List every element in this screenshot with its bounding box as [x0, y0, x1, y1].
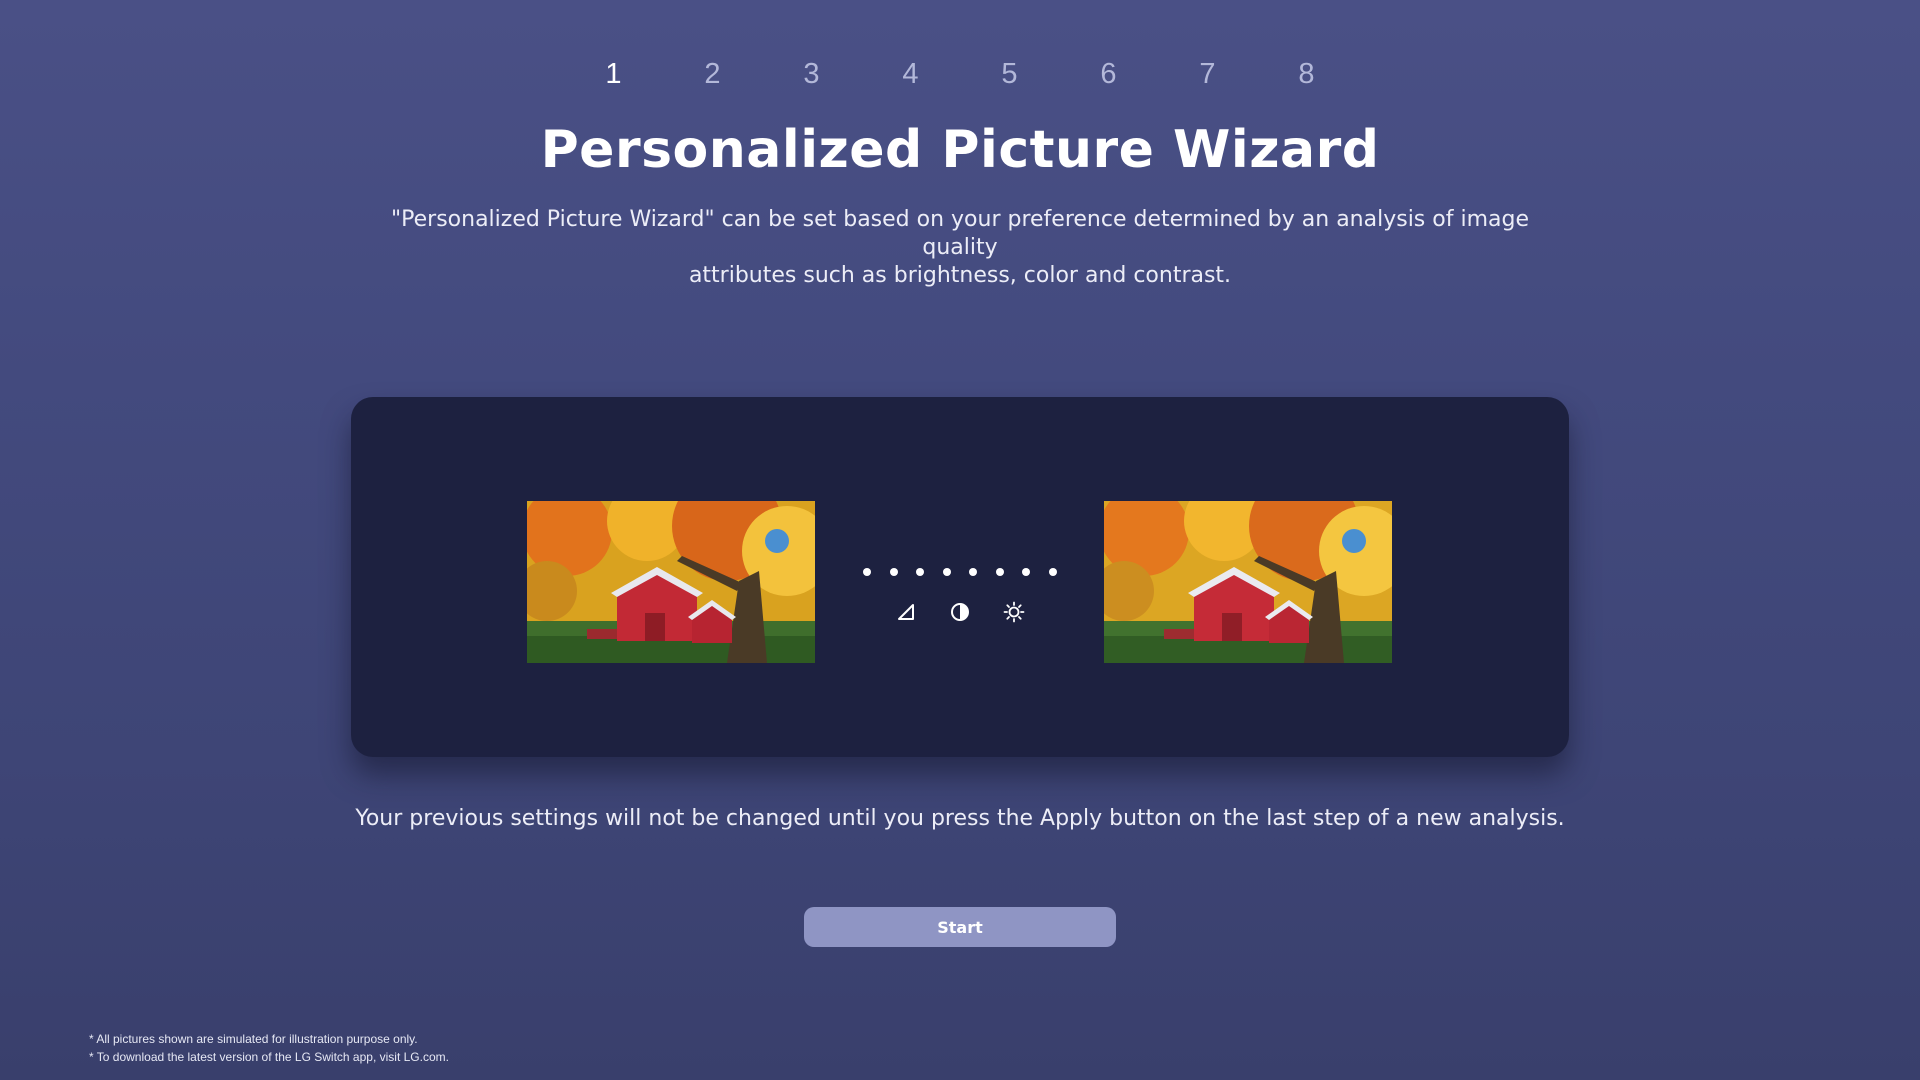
- preview-panel: [351, 397, 1569, 757]
- step-3: 3: [803, 58, 820, 90]
- barn-autumn-image: [527, 501, 815, 663]
- page-description: "Personalized Picture Wizard" can be set…: [380, 206, 1540, 290]
- progress-dot: [969, 568, 978, 576]
- page-title: Personalized Picture Wizard: [540, 120, 1380, 180]
- brightness-icon: [1003, 601, 1025, 623]
- description-line-1: "Personalized Picture Wizard" can be set…: [391, 207, 1529, 260]
- progress-dot: [916, 568, 925, 576]
- color-icon: [898, 604, 914, 620]
- settings-note: Your previous settings will not be chang…: [355, 806, 1565, 831]
- preview-image-left: [527, 501, 815, 663]
- step-5: 5: [1001, 58, 1018, 90]
- step-7: 7: [1199, 58, 1216, 90]
- contrast-icon: [951, 603, 969, 621]
- progress-dot: [863, 568, 871, 576]
- progress-dot: [995, 568, 1004, 576]
- step-1: 1: [605, 58, 622, 90]
- preview-image-right: [1104, 501, 1392, 663]
- attribute-icons: [895, 601, 1025, 623]
- footnote-1: * All pictures shown are simulated for i…: [89, 1032, 418, 1046]
- progress-dots: [863, 567, 1057, 577]
- progress-dot: [889, 568, 898, 576]
- footnote-2: * To download the latest version of the …: [89, 1050, 449, 1064]
- step-6: 6: [1100, 58, 1117, 90]
- barn-autumn-image: [1104, 501, 1392, 663]
- progress-dot: [1022, 568, 1031, 576]
- progress-dot: [1048, 568, 1057, 576]
- start-button[interactable]: Start: [804, 907, 1116, 947]
- description-line-2: attributes such as brightness, color and…: [688, 263, 1232, 288]
- footnotes: * All pictures shown are simulated for i…: [89, 1030, 449, 1066]
- step-8: 8: [1298, 58, 1315, 90]
- step-2: 2: [704, 58, 721, 90]
- progress-dot: [942, 568, 951, 576]
- step-indicator: 1 2 3 4 5 6 7 8: [0, 52, 1920, 96]
- step-4: 4: [902, 58, 919, 90]
